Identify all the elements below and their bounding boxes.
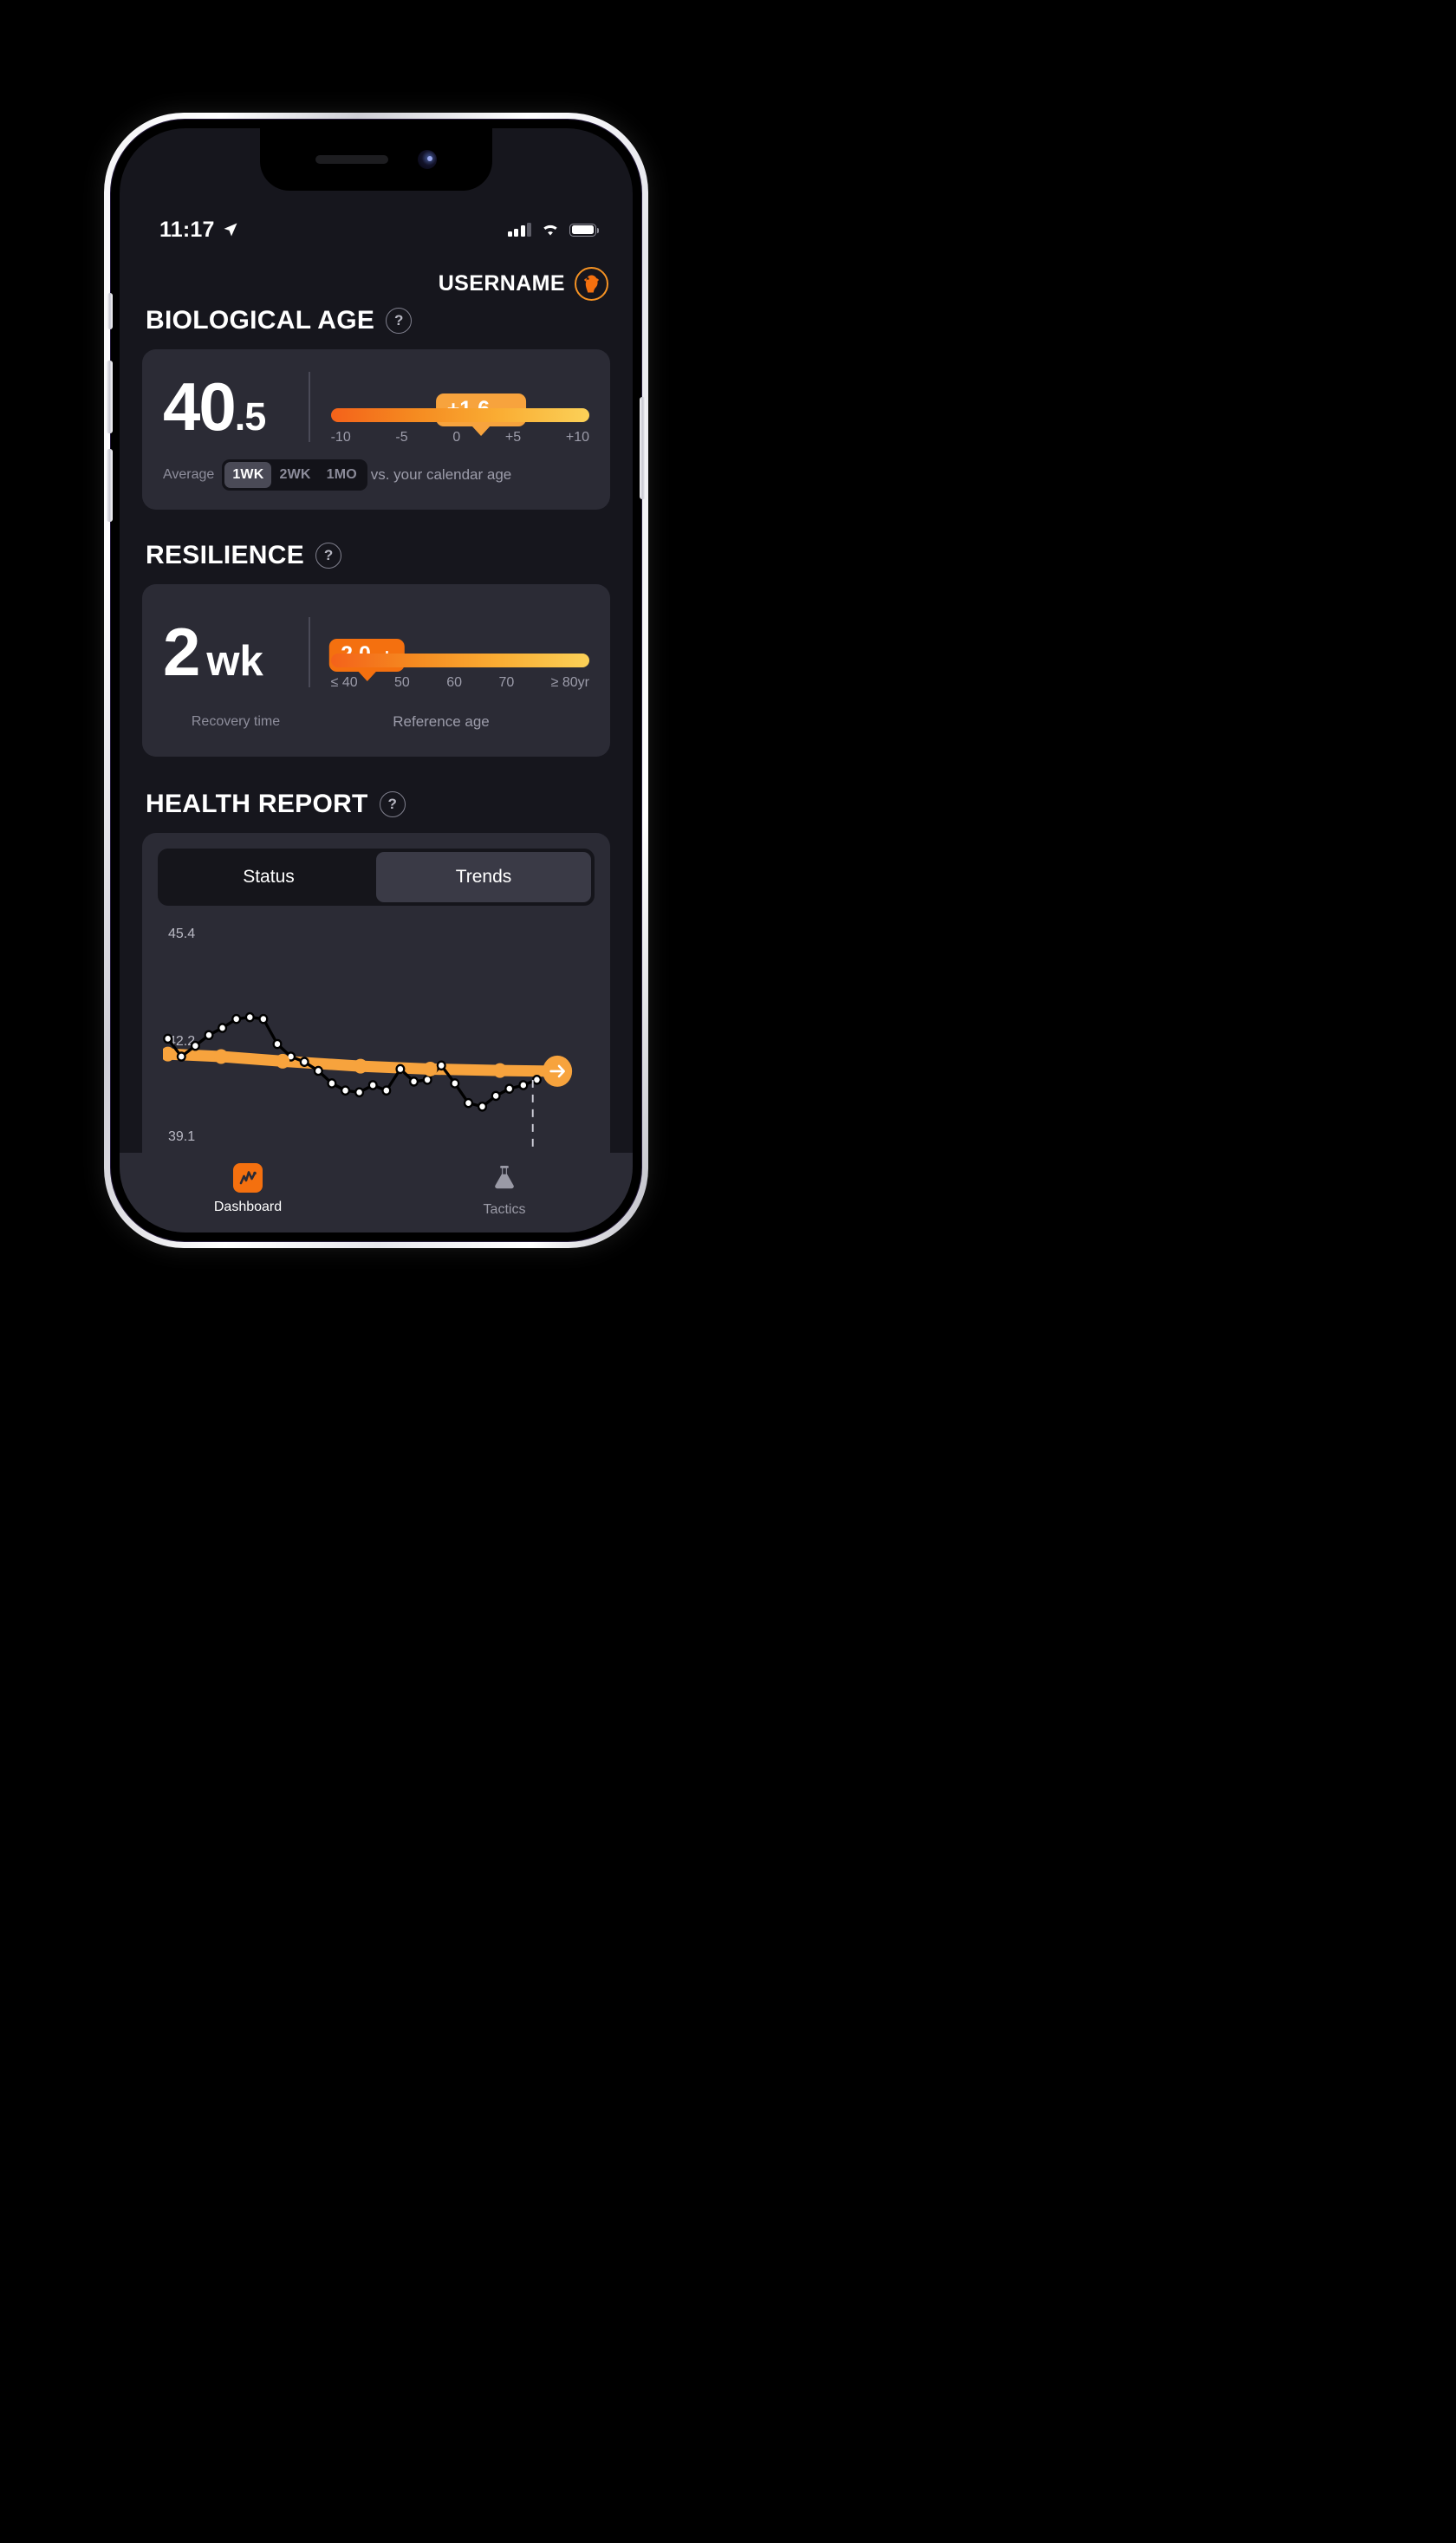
biological-age-header: BIOLOGICAL AGE ?: [146, 306, 610, 335]
average-label: Average: [163, 467, 215, 482]
scale-tick: 0: [452, 430, 461, 445]
health-report-title: HEALTH REPORT: [146, 790, 368, 818]
chart-svg: [163, 1011, 573, 1153]
status-bar: 11:17: [120, 191, 633, 253]
status-time: 11:17: [159, 217, 215, 242]
biological-age-integer: 40: [163, 368, 237, 446]
cellular-signal-icon: [507, 223, 531, 237]
question-mark-icon[interactable]: ?: [315, 543, 342, 569]
biological-age-decimal: .5: [234, 394, 267, 439]
tab-trends[interactable]: Trends: [376, 852, 591, 902]
bottom-tab-bar: Dashboard Tactics: [120, 1153, 633, 1232]
volume-up-button[interactable]: [107, 361, 113, 433]
resilience-header: RESILIENCE ?: [146, 541, 610, 570]
speaker-grille-icon: [315, 155, 388, 164]
biological-age-title: BIOLOGICAL AGE: [146, 306, 375, 335]
resilience-footer: Recovery time Reference age: [163, 713, 589, 731]
resilience-unit: wk: [206, 637, 263, 685]
biological-age-value-wrap: 40 .5: [163, 368, 309, 446]
scale-tick: +10: [565, 430, 589, 445]
status-bar-left: 11:17: [159, 218, 239, 243]
tab-label-dashboard: Dashboard: [213, 1200, 283, 1214]
tab-label-tactics: Tactics: [483, 1202, 526, 1217]
biological-age-card: 40 .5 +1.6yrs: [142, 349, 610, 510]
resilience-title: RESILIENCE: [146, 541, 305, 569]
chart-zigzag-icon: [233, 1163, 263, 1193]
scale-tick: 60: [446, 675, 463, 690]
question-mark-icon[interactable]: ?: [379, 791, 406, 817]
username-label: USERNAME: [438, 271, 565, 296]
tab-tactics[interactable]: Tactics: [444, 1163, 565, 1218]
divider: [309, 617, 310, 687]
reference-age-label: Reference age: [393, 713, 490, 730]
resilience-value-wrap: 2 wk: [163, 614, 309, 691]
app-root: 11:17 USERNAME BIOLOGICAL AGE ? 40 .5 -1…: [120, 128, 633, 1232]
scale-tick: -5: [395, 430, 408, 445]
health-report-header: HEALTH REPORT ?: [146, 790, 610, 819]
scale-tick: ≤ 40: [330, 675, 358, 690]
biological-age-scale: +1.6yrs -10 -5 0 +5 +10: [330, 368, 589, 446]
volume-down-button[interactable]: [107, 449, 113, 522]
user-avatar-icon[interactable]: [575, 267, 608, 301]
recovery-time-label: Recovery time: [191, 714, 281, 729]
calendar-age-comparison-label: vs. your calendar age: [370, 466, 512, 483]
biological-age-footer: Average 1WK 2WK 1MO vs. your calendar ag…: [163, 459, 589, 491]
biological-age-average-row: Average 1WK 2WK 1MO: [163, 459, 367, 491]
user-row[interactable]: USERNAME: [142, 253, 610, 302]
divider: [309, 372, 310, 442]
power-button[interactable]: [640, 397, 646, 499]
scale-tick: 50: [394, 675, 410, 690]
front-camera-icon: [418, 150, 437, 169]
trends-chart[interactable]: 45.4 42.2 39.1: [163, 927, 589, 1153]
scale-tick: -10: [330, 430, 351, 445]
tab-status[interactable]: Status: [161, 852, 376, 902]
app-scroll-area[interactable]: USERNAME BIOLOGICAL AGE ? 40 .5 -10 -5 0…: [120, 253, 633, 1153]
scale-tick: ≥ 80yr: [550, 675, 589, 690]
mute-switch-button[interactable]: [107, 293, 113, 329]
wifi-icon: [543, 224, 557, 236]
biological-age-ticks: -10 -5 0 +5 +10: [331, 430, 589, 446]
phone-frame: 11:17 USERNAME BIOLOGICAL AGE ? 40 .5 -1…: [104, 113, 648, 1248]
range-option-1wk[interactable]: 1WK: [224, 462, 272, 488]
phone-bezel: 11:17 USERNAME BIOLOGICAL AGE ? 40 .5 -1…: [107, 119, 646, 1242]
biological-age-scale-wrap: +1.6yrs -10 -5 0 +5 +10: [330, 368, 589, 446]
resilience-card: 2 wk 2.0wk: [142, 584, 610, 757]
resilience-value: 2 wk: [163, 613, 263, 690]
question-mark-icon[interactable]: ?: [386, 308, 413, 334]
battery-full-icon: [569, 223, 600, 237]
health-report-tabs[interactable]: Status Trends: [158, 849, 595, 906]
resilience-number: 2: [163, 613, 201, 690]
phone-screen: 11:17 USERNAME BIOLOGICAL AGE ? 40 .5 -1…: [120, 128, 633, 1232]
tab-dashboard[interactable]: Dashboard: [187, 1163, 309, 1215]
health-report-card: Status Trends 45.4 42.2 39.1 20 25: [142, 833, 610, 1153]
resilience-gradient-bar[interactable]: [330, 654, 589, 667]
scale-tick: 70: [498, 675, 515, 690]
biological-age-metric-row: 40 .5 +1.6yrs: [163, 368, 589, 446]
location-arrow-icon: [224, 223, 237, 237]
flask-icon: [491, 1163, 517, 1195]
biological-age-value: 40 .5: [163, 368, 267, 446]
scale-tick: +5: [504, 430, 522, 445]
resilience-scale-wrap: 2.0wk ≤ 40 50 60 70 ≥ 80yr: [329, 614, 589, 691]
resilience-scale: 2.0wk ≤ 40 50 60 70 ≥ 80yr: [329, 614, 589, 691]
resilience-metric-row: 2 wk 2.0wk: [163, 614, 589, 691]
phone-notch: [260, 128, 492, 191]
status-bar-right: [507, 223, 600, 237]
recovery-time-wrap: Recovery time: [163, 714, 309, 730]
biological-age-gradient-bar[interactable]: [330, 408, 589, 422]
